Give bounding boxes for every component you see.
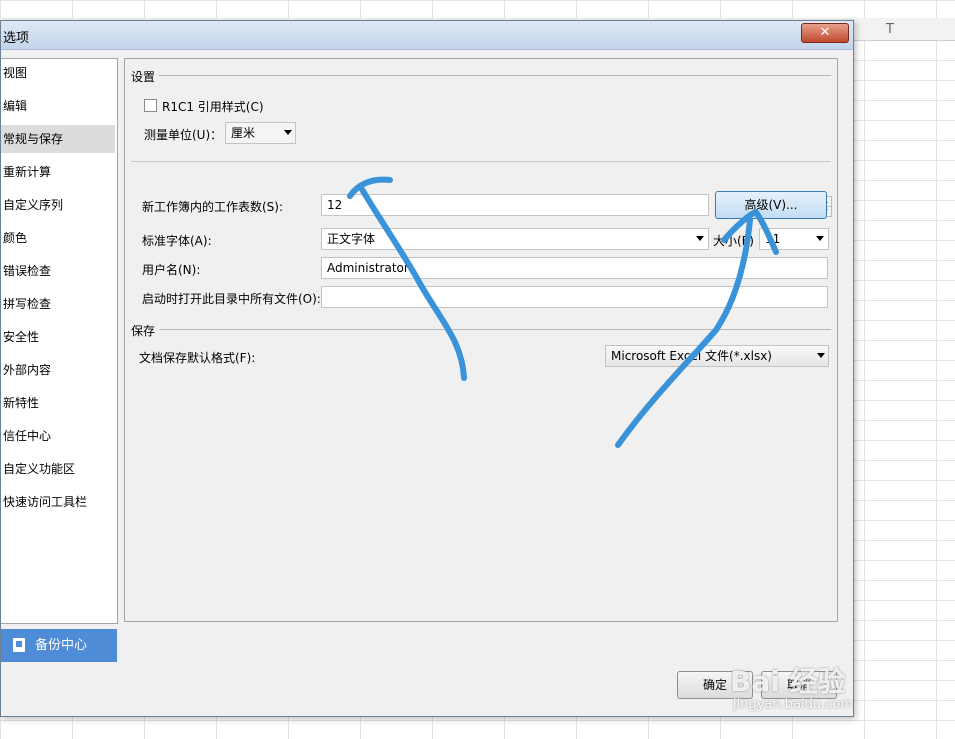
startup-folder-label: 启动时打开此目录中所有文件(O): <box>142 292 321 306</box>
category-item-security[interactable]: 安全性 <box>1 323 115 351</box>
settings-group-title: 设置 <box>131 68 160 85</box>
category-item-error-check[interactable]: 错误检查 <box>1 257 115 285</box>
standard-font-select[interactable]: 正文字体 <box>321 228 709 250</box>
settings-group-line <box>131 75 831 76</box>
sheets-count-label: 新工作簿内的工作表数(S): <box>142 200 284 214</box>
startup-folder-input[interactable] <box>321 286 828 308</box>
separator <box>131 161 831 162</box>
font-size-value: 11 <box>765 232 781 246</box>
category-item-view[interactable]: 视图 <box>1 59 115 87</box>
default-format-label: 文档保存默认格式(F): <box>139 351 256 365</box>
font-size-select[interactable]: 11 <box>759 228 829 250</box>
username-input[interactable]: Administrator <box>321 257 828 279</box>
category-item-trust-center[interactable]: 信任中心 <box>1 422 115 450</box>
sheets-count-value: 12 <box>327 198 343 212</box>
chevron-down-icon <box>284 130 292 135</box>
category-list: 视图 编辑 常规与保存 重新计算 自定义序列 颜色 错误检查 拼写检查 安全性 … <box>1 58 118 624</box>
sheets-count-input[interactable]: 12 <box>321 194 709 216</box>
category-item-quick-access-toolbar[interactable]: 快速访问工具栏 <box>1 488 115 516</box>
chevron-down-icon <box>696 236 704 241</box>
r1c1-checkbox[interactable] <box>144 99 157 112</box>
default-format-select[interactable]: Microsoft Excel 文件(*.xlsx) <box>605 345 829 367</box>
backup-center-label: 备份中心 <box>35 638 88 653</box>
category-item-custom-lists[interactable]: 自定义序列 <box>1 191 115 219</box>
category-item-customize-ribbon[interactable]: 自定义功能区 <box>1 455 115 483</box>
close-button[interactable]: ✕ <box>801 23 849 43</box>
dialog-title: 选项 <box>3 31 30 46</box>
chevron-down-icon <box>816 236 824 241</box>
unit-select-value: 厘米 <box>231 126 256 140</box>
username-value: Administrator <box>327 261 409 275</box>
standard-font-value: 正文字体 <box>327 232 376 246</box>
r1c1-label: R1C1 引用样式(C) <box>162 100 264 114</box>
category-item-color[interactable]: 颜色 <box>1 224 115 252</box>
general-save-panel: 设置 R1C1 引用样式(C) 测量单位(U)： 厘米 新工作簿内的工作表数(S… <box>124 58 838 622</box>
category-item-new-features[interactable]: 新特性 <box>1 389 115 417</box>
watermark-url: jingyan.baidu.com <box>733 697 853 712</box>
category-item-recalculate[interactable]: 重新计算 <box>1 158 115 186</box>
category-item-edit[interactable]: 编辑 <box>1 92 115 120</box>
unit-label: 测量单位(U)： <box>144 128 223 142</box>
column-header-t[interactable]: T <box>878 22 902 37</box>
chevron-down-icon <box>817 353 825 358</box>
advanced-button[interactable]: 高级(V)... <box>715 191 827 219</box>
font-size-label: 大小(E) <box>713 234 754 248</box>
category-item-external-content[interactable]: 外部内容 <box>1 356 115 384</box>
backup-center-button[interactable]: 备份中心 <box>1 629 117 662</box>
standard-font-label: 标准字体(A): <box>142 234 212 248</box>
backup-icon <box>13 638 25 652</box>
default-format-value: Microsoft Excel 文件(*.xlsx) <box>611 349 772 363</box>
category-item-spell-check[interactable]: 拼写检查 <box>1 290 115 318</box>
category-item-general-save[interactable]: 常规与保存 <box>1 125 115 153</box>
save-group-title: 保存 <box>131 322 160 339</box>
username-label: 用户名(N): <box>142 263 201 277</box>
options-dialog: 选项 ✕ 视图 编辑 常规与保存 重新计算 自定义序列 颜色 错误检查 拼写检查… <box>0 20 854 717</box>
dialog-titlebar[interactable]: 选项 ✕ <box>1 21 853 50</box>
unit-select[interactable]: 厘米 <box>225 122 296 144</box>
save-group-line <box>131 329 831 330</box>
watermark-logo: Bai 经验 <box>730 665 846 698</box>
